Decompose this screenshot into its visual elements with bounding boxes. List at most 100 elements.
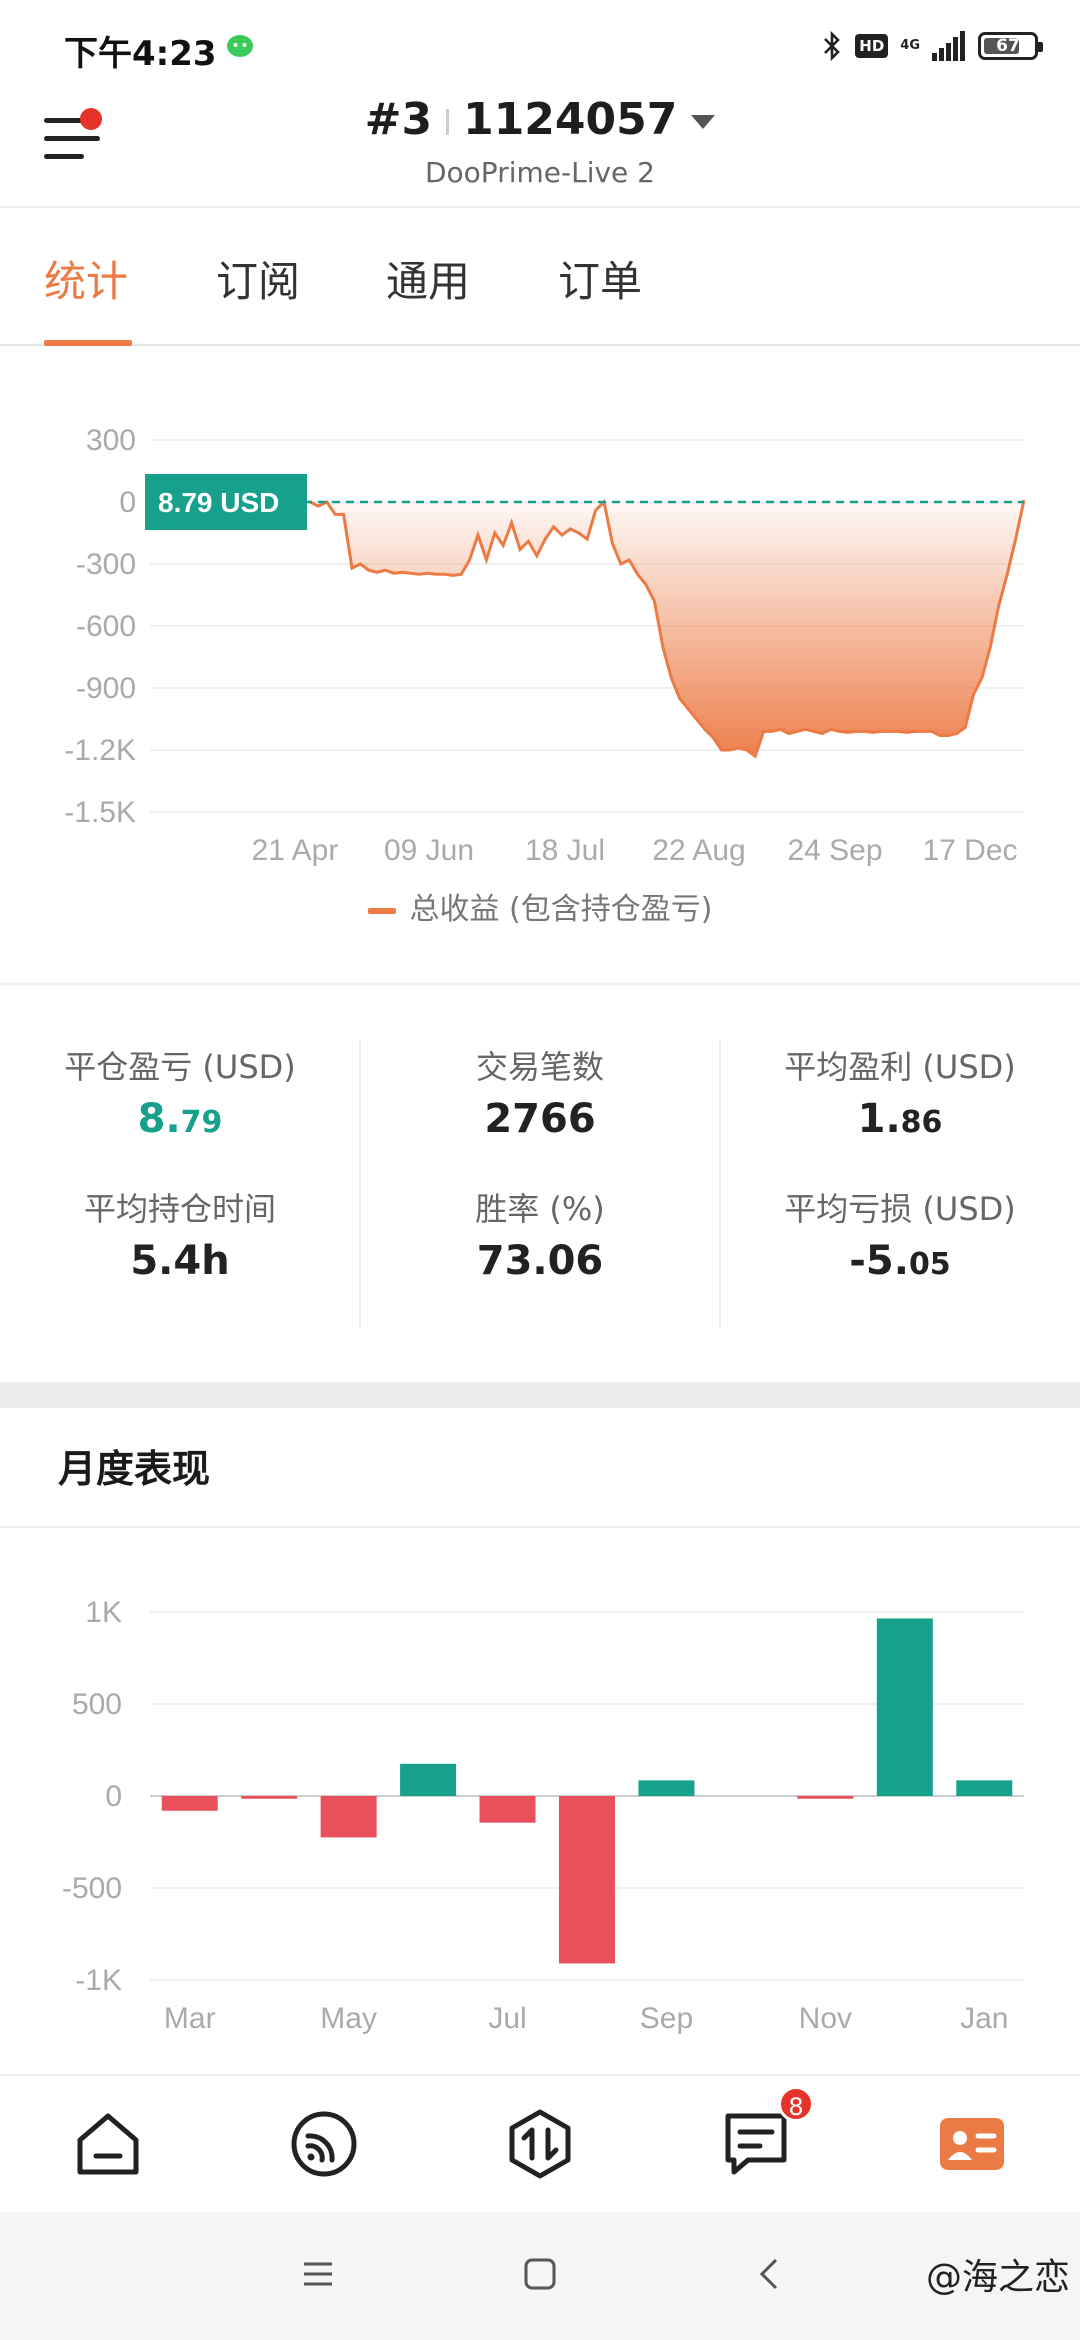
x-tick-label: Sep [640,2002,693,2035]
status-bar: 下午4:23 HD 4G 67 [0,0,1080,90]
y-tick-label: -1.5K [64,796,136,829]
chart-legend: 总收益 (包含持仓盈亏) [0,884,1080,928]
divider [0,1526,1080,1528]
battery-level: 67 [996,36,1020,56]
stat-label: 平仓盈亏 (USD) [64,1048,296,1086]
home-icon [77,2113,139,2175]
current-value-text: 8.79 USD [158,487,279,518]
stat-label: 平均持仓时间 [83,1190,276,1228]
bar-aug [559,1796,615,1964]
monthly-chart: 1K 500 0 -500 -1K Mar May Jul Sep Nov Jan [62,1596,1024,2035]
x-tick-label: May [320,2002,377,2035]
stat-win-rate: 胜率 (%) 73.06 [360,1184,720,1284]
y-tick-label: -500 [62,1872,122,1905]
stat-value: 1.86 [857,1096,943,1142]
signal-icon [932,31,965,61]
signal-feed-icon [291,2111,357,2177]
x-tick-label: Jan [960,2002,1008,2035]
x-tick-label: Mar [164,2002,216,2035]
y-tick-label: 0 [105,1780,122,1813]
legend-label: 总收益 (包含持仓盈亏) [409,892,713,927]
y-tick-label: 500 [72,1688,122,1721]
nav-home[interactable] [70,2106,146,2182]
watermark: @海之恋 [925,2257,1070,2298]
legend-swatch [367,907,396,914]
y-tick-label: -1K [75,1964,122,1997]
home-button-icon[interactable] [522,2256,558,2292]
stat-value: 5.4h [130,1238,230,1284]
bar-mar [161,1796,218,1811]
y-tick-label: 0 [119,486,136,519]
bottom-nav: 8 [0,2074,1080,2212]
system-nav-bar [0,2212,1080,2340]
status-icons: HD 4G 67 [821,28,1043,64]
y-tick-label: -900 [76,672,136,705]
account-server: DooPrime-Live 2 [424,156,655,189]
nav-messages[interactable]: 8 [718,2086,814,2182]
bar-nov [797,1796,854,1799]
x-tick-label: 22 Aug [652,834,745,867]
stat-avg-loss: 平均亏损 (USD) -5.05 [720,1184,1080,1284]
monthly-title: 月度表现 [58,1447,211,1491]
stat-value: 73.06 [476,1238,604,1284]
back-icon[interactable] [752,2256,788,2292]
bar-sep [638,1780,695,1796]
stat-avg-profit: 平均盈利 (USD) 1.86 [720,1042,1080,1142]
tab-subscribe[interactable]: 订阅 [216,248,300,309]
x-tick-label: Nov [799,2002,852,2035]
stat-closed-pnl: 平仓盈亏 (USD) 8.79 [0,1042,360,1142]
account-selector[interactable]: #3 1124057 [0,94,1080,145]
recent-apps-icon[interactable] [300,2256,336,2292]
tab-orders[interactable]: 订单 [558,248,642,309]
wechat-icon [227,35,253,57]
x-tick-label: 21 Apr [252,834,339,867]
bar-jun [400,1763,457,1796]
y-tick-label: 300 [86,424,136,457]
tab-bar: 统计 订阅 通用 订单 [0,206,1080,346]
bar-dec [876,1618,933,1796]
divider [0,983,1080,985]
x-tick-label: 24 Sep [787,834,882,867]
profile-card-icon [940,2118,1004,2170]
y-tick-label: -300 [76,548,136,581]
bar-jul [479,1796,536,1823]
tab-stats[interactable]: 统计 [44,248,128,309]
caret-down-icon [691,115,716,129]
stat-label: 平均盈利 (USD) [784,1048,1016,1086]
stat-value: 8.79 [137,1096,223,1142]
nav-profile[interactable] [934,2106,1010,2182]
nav-signals[interactable] [286,2106,362,2182]
account-number: 1124057 [463,94,678,145]
x-tick-label: 09 Jun [384,834,474,867]
hd-badge: HD [855,34,889,58]
status-time: 下午4:23 [64,34,217,74]
tab-general[interactable]: 通用 [386,248,470,309]
equity-chart: 300 0 -300 -600 -900 -1.2K -1.5K 21 Apr 09 Jun 1… [64,424,1026,867]
x-tick-label: 18 Jul [525,834,605,867]
x-tick-label: 17 Dec [922,834,1017,867]
account-prefix: #3 [364,94,433,145]
network-type: 4G [900,38,920,53]
battery-icon: 67 [978,32,1043,60]
stat-avg-hold-time: 平均持仓时间 5.4h [0,1184,360,1284]
x-tick-label: Jul [488,2002,526,2035]
y-tick-label: 1K [85,1596,122,1629]
stat-value: -5.05 [849,1238,951,1284]
message-count-badge: 8 [778,2086,814,2122]
bluetooth-icon [824,30,841,62]
stat-value: 2766 [484,1096,596,1142]
bar-jan [956,1780,1013,1796]
bar-may [320,1796,377,1838]
section-separator [0,1382,1080,1408]
current-value-label: 8.79 USD [145,474,307,530]
stat-label: 胜率 (%) [475,1190,605,1228]
tab-active-indicator [44,340,132,346]
stat-trade-count: 交易笔数 2766 [360,1042,720,1142]
stat-label: 平均亏损 (USD) [784,1190,1016,1228]
bar-apr [241,1796,298,1799]
messages-icon [725,2113,787,2175]
y-tick-label: -1.2K [64,734,136,767]
nav-trade[interactable] [502,2106,578,2182]
equity-area [310,500,1024,757]
trade-icon [509,2109,571,2179]
